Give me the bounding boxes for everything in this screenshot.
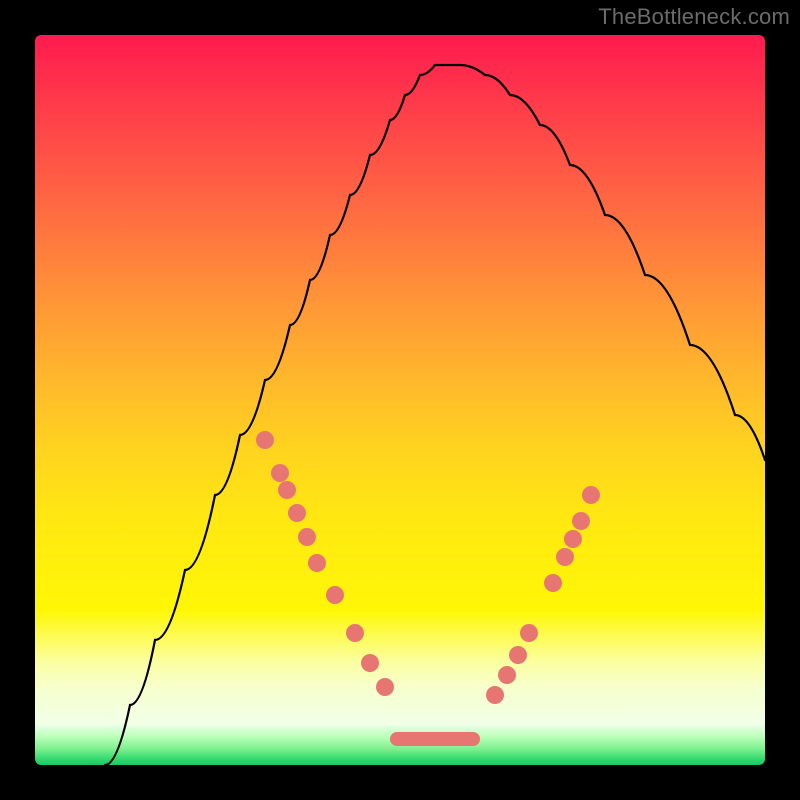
- marker-dots: [256, 431, 600, 704]
- marker-dot: [271, 464, 289, 482]
- marker-dot: [308, 554, 326, 572]
- chart-svg: [35, 35, 765, 765]
- bottleneck-curve: [105, 65, 765, 765]
- chart-frame: TheBottleneck.com: [0, 0, 800, 800]
- marker-dot: [256, 431, 274, 449]
- marker-dot: [572, 512, 590, 530]
- marker-dot: [509, 646, 527, 664]
- marker-dot: [288, 504, 306, 522]
- marker-dot: [498, 666, 516, 684]
- marker-dot: [564, 530, 582, 548]
- marker-dot: [346, 624, 364, 642]
- marker-dot: [544, 574, 562, 592]
- marker-dot: [556, 548, 574, 566]
- marker-dot: [582, 486, 600, 504]
- marker-dot: [326, 586, 344, 604]
- marker-dot: [376, 678, 394, 696]
- marker-dot: [361, 654, 379, 672]
- marker-dot: [520, 624, 538, 642]
- marker-dot: [486, 686, 504, 704]
- plot-area: [35, 35, 765, 765]
- marker-dot: [278, 481, 296, 499]
- marker-dot: [298, 528, 316, 546]
- watermark-text: TheBottleneck.com: [598, 4, 790, 30]
